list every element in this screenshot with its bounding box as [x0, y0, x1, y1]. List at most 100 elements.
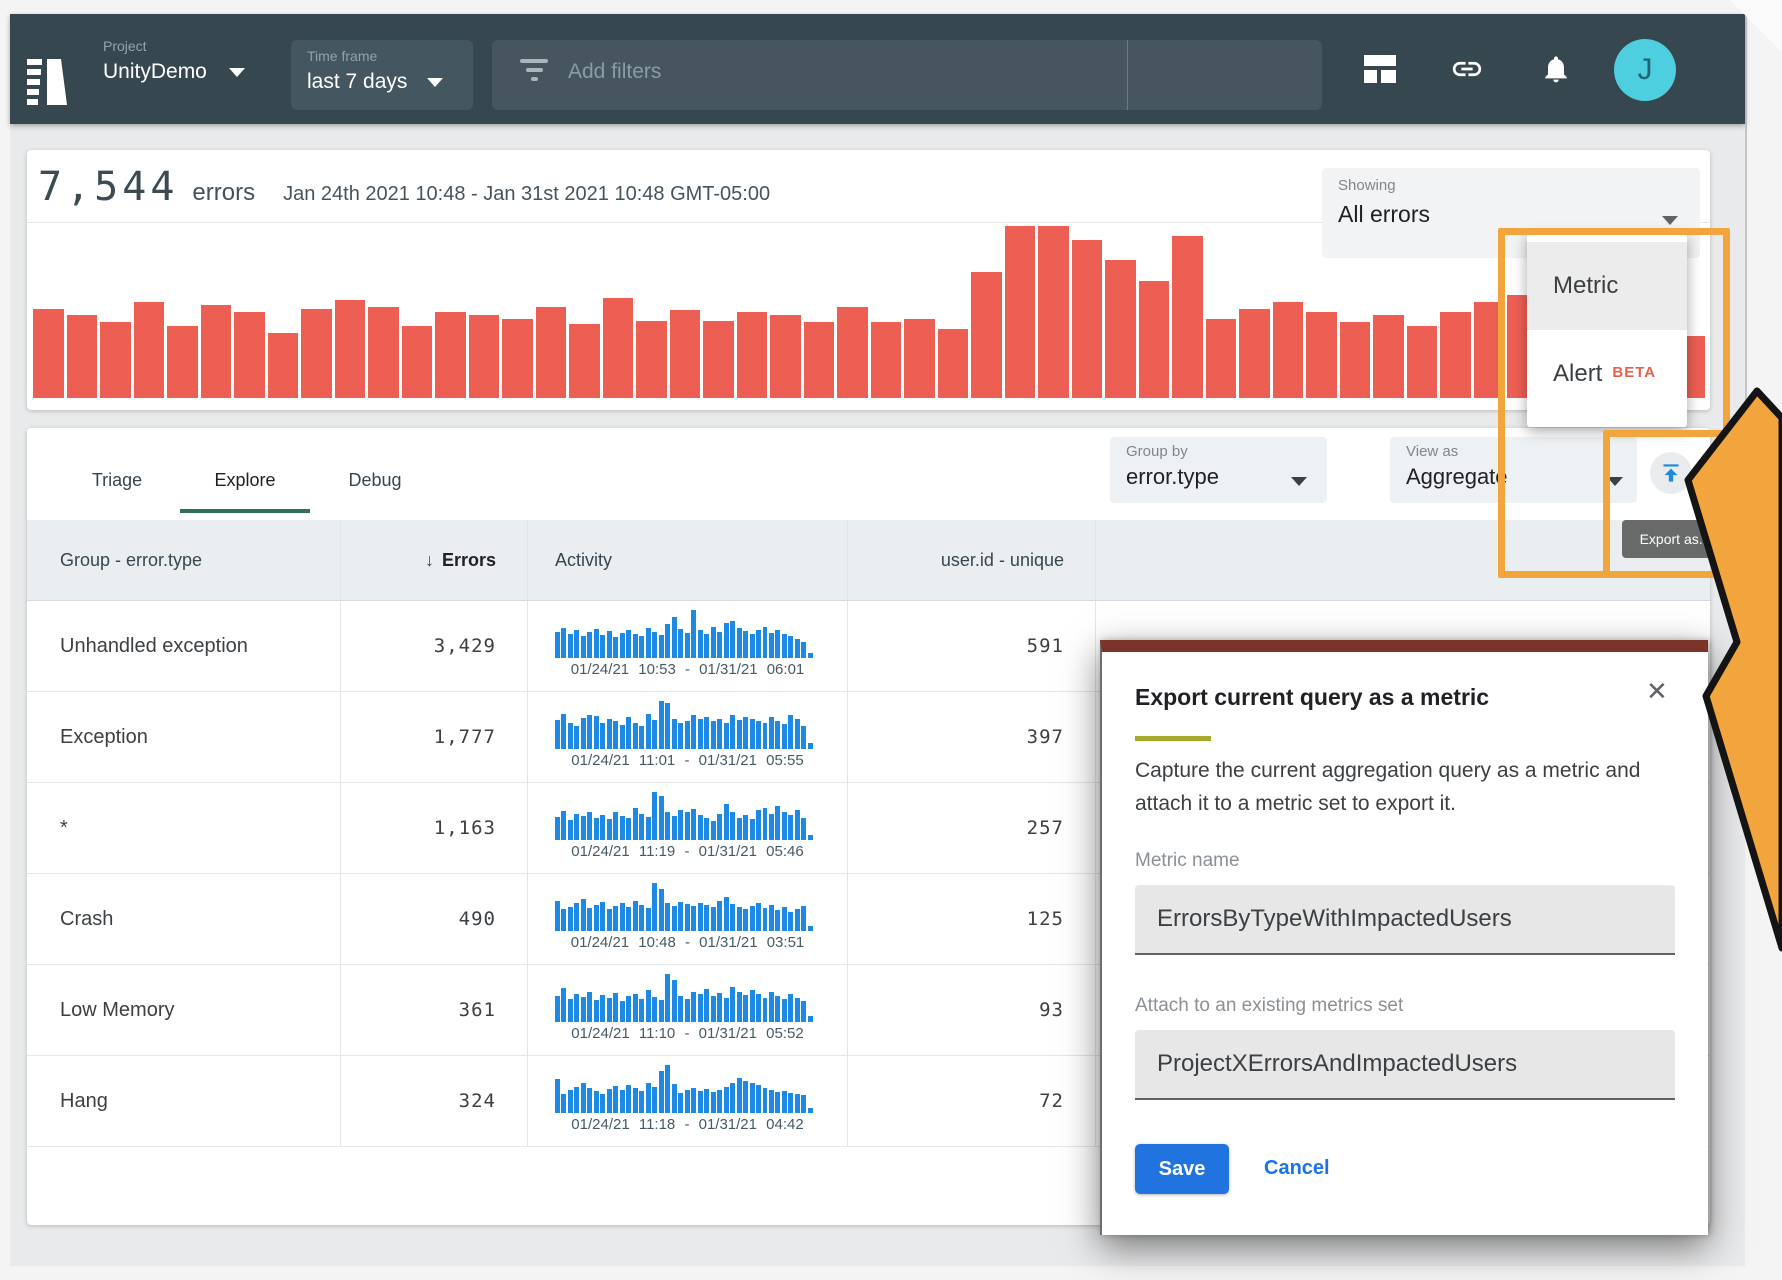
users-value: 397 — [848, 692, 1095, 782]
tab-triage[interactable]: Triage — [54, 445, 180, 515]
errors-value: 1,777 — [341, 692, 527, 782]
column-header-group[interactable]: Group - error.type — [27, 520, 341, 600]
error-histogram-bar[interactable] — [402, 326, 433, 398]
users-value: 93 — [848, 965, 1095, 1055]
column-header-label: Activity — [555, 550, 612, 571]
error-histogram-bar[interactable] — [301, 309, 332, 398]
group-value: Hang — [27, 1056, 340, 1146]
view-as-label: View as — [1406, 443, 1458, 460]
column-header-errors[interactable]: ↓ Errors — [341, 520, 528, 600]
chevron-down-icon — [1662, 216, 1678, 225]
error-histogram-bar[interactable] — [904, 319, 935, 398]
error-histogram-bar[interactable] — [100, 322, 131, 398]
column-header-label: user.id - unique — [941, 550, 1064, 571]
error-histogram-bar[interactable] — [1239, 309, 1270, 398]
app-screen: Project UnityDemo Time frame last 7 days… — [0, 0, 1782, 1280]
notifications-button[interactable] — [1537, 50, 1575, 88]
filters-input[interactable]: Add filters — [492, 40, 1322, 110]
users-value: 125 — [848, 874, 1095, 964]
dashboard-layout-button[interactable] — [1362, 52, 1398, 86]
column-header-activity[interactable]: Activity — [528, 520, 848, 600]
activity-sparkline[interactable] — [555, 792, 813, 840]
error-histogram-bar[interactable] — [1005, 226, 1036, 398]
error-histogram-bar[interactable] — [134, 302, 165, 398]
error-histogram-bar[interactable] — [603, 298, 634, 398]
error-histogram-bar[interactable] — [737, 312, 768, 398]
error-histogram-bar[interactable] — [703, 321, 734, 398]
error-histogram-bar[interactable] — [1407, 326, 1438, 398]
error-histogram-bar[interactable] — [536, 307, 567, 398]
tab-debug[interactable]: Debug — [310, 445, 440, 515]
error-histogram-bar[interactable] — [971, 272, 1002, 398]
errors-summary-header: 7,544 errors Jan 24th 2021 10:48 - Jan 3… — [38, 164, 770, 210]
error-histogram-bar[interactable] — [167, 326, 198, 398]
error-histogram-bar[interactable] — [234, 312, 265, 398]
error-histogram-bar[interactable] — [1072, 240, 1103, 398]
user-avatar[interactable]: J — [1614, 39, 1676, 101]
error-histogram-bar[interactable] — [1306, 312, 1337, 398]
timeframe-selector[interactable]: Time frame last 7 days — [291, 40, 473, 110]
error-histogram-bar[interactable] — [435, 312, 466, 398]
error-histogram-bar[interactable] — [1340, 322, 1371, 398]
error-histogram-bar[interactable] — [1038, 226, 1069, 398]
dialog-title: Export current query as a metric — [1135, 684, 1489, 711]
errors-value: 490 — [341, 874, 527, 964]
error-histogram-bar[interactable] — [1139, 281, 1170, 398]
error-histogram-bar[interactable] — [804, 322, 835, 398]
activity-date-range: 01/24/21 11:10 - 01/31/21 05:52 — [528, 1025, 847, 1042]
showing-label: Showing — [1338, 177, 1396, 194]
activity-sparkline[interactable] — [555, 974, 813, 1022]
backtrace-logo-icon[interactable] — [27, 57, 67, 111]
error-histogram-bar[interactable] — [871, 322, 902, 398]
error-histogram-bar[interactable] — [1273, 302, 1304, 398]
avatar-initial: J — [1638, 53, 1653, 87]
activity-date-range: 01/24/21 11:18 - 01/31/21 04:42 — [528, 1116, 847, 1133]
error-histogram-bar[interactable] — [502, 319, 533, 398]
error-histogram-bar[interactable] — [33, 309, 64, 398]
group-by-select[interactable]: Group by error.type — [1110, 437, 1327, 503]
error-histogram-bar[interactable] — [1373, 315, 1404, 398]
activity-sparkline[interactable] — [555, 883, 813, 931]
error-histogram-bar[interactable] — [1206, 319, 1237, 398]
save-button[interactable]: Save — [1135, 1144, 1229, 1194]
error-histogram-bar[interactable] — [268, 333, 299, 398]
error-histogram-bar[interactable] — [938, 329, 969, 398]
error-histogram-bar[interactable] — [837, 307, 868, 398]
users-value: 257 — [848, 783, 1095, 873]
error-histogram-bar[interactable] — [1105, 260, 1136, 398]
error-histogram-bar[interactable] — [770, 315, 801, 398]
project-selector[interactable]: Project UnityDemo — [103, 38, 245, 84]
chevron-down-icon — [1291, 477, 1307, 486]
column-header-users[interactable]: user.id - unique — [848, 520, 1096, 600]
annotation-arrow-icon — [1655, 382, 1782, 957]
error-histogram-bar[interactable] — [201, 305, 232, 398]
showing-value: All errors — [1338, 201, 1430, 228]
metric-name-field[interactable]: ErrorsByTypeWithImpactedUsers — [1135, 885, 1675, 955]
tab-label: Triage — [92, 470, 142, 491]
filters-divider — [1127, 40, 1128, 110]
error-histogram-bar[interactable] — [368, 307, 399, 398]
metric-name-label: Metric name — [1135, 850, 1240, 872]
error-histogram-bar[interactable] — [67, 315, 98, 398]
error-histogram-bar[interactable] — [1172, 236, 1203, 398]
error-histogram-bar[interactable] — [335, 300, 366, 398]
activity-sparkline[interactable] — [555, 701, 813, 749]
date-range: Jan 24th 2021 10:48 - Jan 31st 2021 10:4… — [283, 183, 770, 206]
timeframe-label: Time frame — [307, 48, 377, 64]
cancel-button[interactable]: Cancel — [1264, 1157, 1330, 1180]
error-histogram-bar[interactable] — [636, 321, 667, 398]
metrics-set-field[interactable]: ProjectXErrorsAndImpactedUsers — [1135, 1030, 1675, 1100]
group-value: Exception — [27, 692, 340, 782]
bell-icon — [1540, 53, 1572, 85]
dashboard-icon — [1364, 55, 1396, 83]
errors-value: 3,429 — [341, 601, 527, 691]
copy-link-button[interactable] — [1448, 50, 1486, 88]
metrics-set-value: ProjectXErrorsAndImpactedUsers — [1157, 1050, 1517, 1078]
error-histogram-bar[interactable] — [670, 310, 701, 398]
tab-explore[interactable]: Explore — [180, 445, 310, 515]
error-histogram-bar[interactable] — [469, 315, 500, 398]
activity-sparkline[interactable] — [555, 1065, 813, 1113]
error-histogram-bar[interactable] — [1440, 312, 1471, 398]
activity-sparkline[interactable] — [555, 610, 813, 658]
error-histogram-bar[interactable] — [569, 324, 600, 398]
